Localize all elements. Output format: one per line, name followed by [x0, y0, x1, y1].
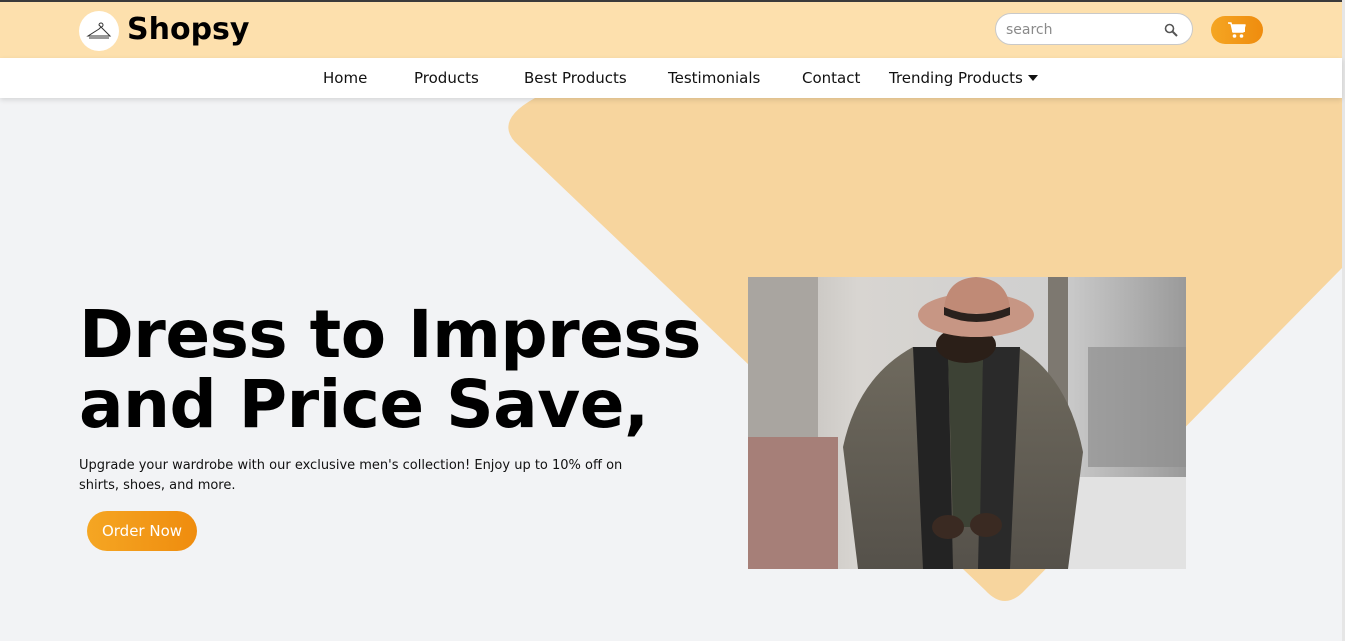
nav-contact[interactable]: Contact [802, 69, 860, 87]
hero-headline: Dress to Impress and Price Save, [79, 300, 719, 440]
nav-products[interactable]: Products [414, 69, 479, 87]
hero-headline-line1: Dress to Impress [79, 296, 701, 373]
hero-photo-illustration [748, 277, 1186, 569]
hero-image [748, 277, 1186, 569]
nav-trending-products[interactable]: Trending Products [889, 69, 1038, 87]
hero-subtext: Upgrade your wardrobe with our exclusive… [79, 458, 623, 493]
order-now-button[interactable]: Order Now [87, 511, 197, 551]
main-nav: Home Products Best Products Testimonials… [0, 58, 1342, 98]
caret-down-icon [1027, 75, 1038, 81]
nav-best-products[interactable]: Best Products [524, 69, 627, 87]
nav-trending-label: Trending Products [889, 69, 1023, 87]
nav-testimonials[interactable]: Testimonials [668, 69, 760, 87]
hero-headline-line2: and Price Save, [79, 366, 649, 443]
nav-home[interactable]: Home [323, 69, 367, 87]
